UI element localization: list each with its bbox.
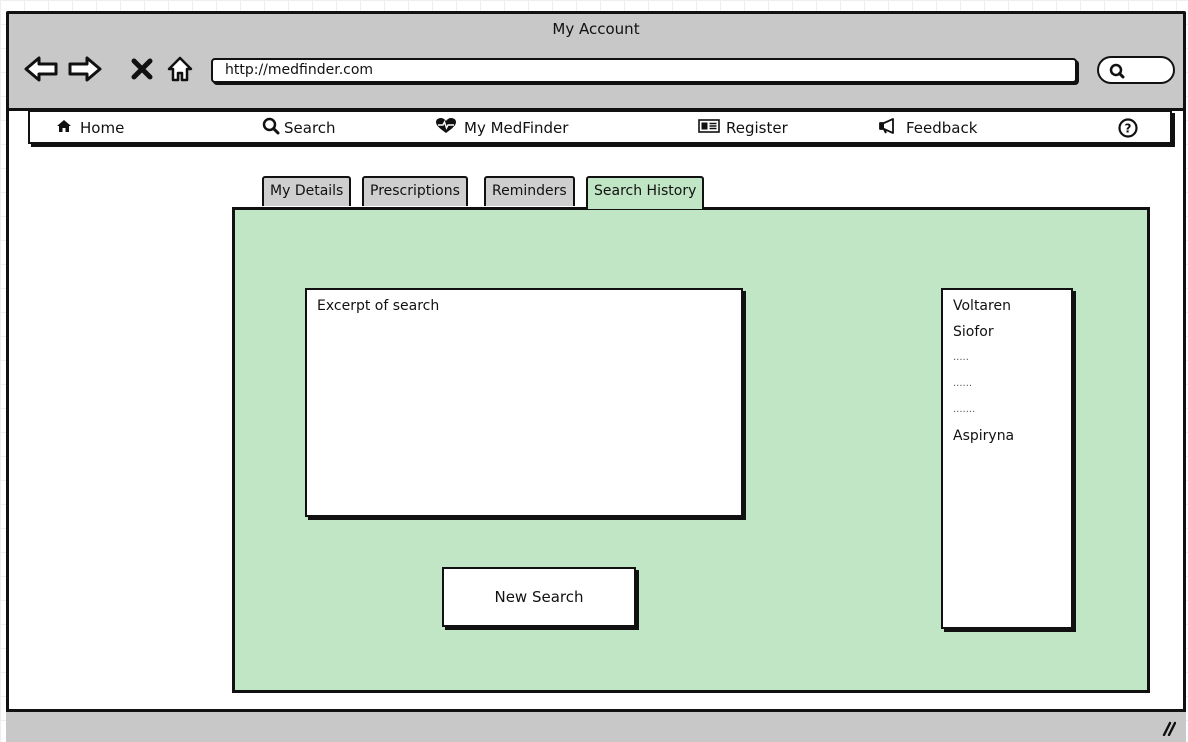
menu-item-label: My MedFinder [464, 119, 569, 137]
menu-item-label: Register [726, 119, 788, 137]
title-bar: My Account http://medfinder.com [9, 14, 1183, 111]
new-search-button[interactable]: New Search [442, 567, 636, 627]
search-excerpt-text: Excerpt of search [317, 298, 440, 314]
history-item[interactable]: ...... [953, 373, 1061, 399]
menu-item-register[interactable]: Register [698, 117, 788, 139]
new-search-label: New Search [494, 588, 584, 606]
tab-reminders[interactable]: Reminders [484, 176, 575, 206]
history-item[interactable]: ....... [953, 399, 1061, 425]
menu-item-search[interactable]: Search [262, 117, 336, 139]
menu-item-label: Feedback [906, 119, 978, 137]
search-icon [262, 117, 280, 139]
address-bar[interactable]: http://medfinder.com [211, 58, 1077, 83]
browser-search-box[interactable] [1097, 56, 1175, 84]
svg-text:?: ? [1125, 122, 1132, 136]
window-title: My Account [552, 20, 640, 38]
menu-item-label: Search [284, 119, 336, 137]
menu-item-my-medfinder[interactable]: My MedFinder [436, 117, 568, 139]
home-icon [56, 119, 72, 137]
search-excerpt-box: Excerpt of search [305, 288, 743, 517]
id-card-icon [698, 119, 720, 137]
menu-item-feedback[interactable]: Feedback [878, 117, 977, 139]
history-item[interactable]: ..... [953, 347, 1061, 373]
search-history-list[interactable]: Voltaren Siofor ..... ...... ....... Asp… [941, 288, 1073, 629]
search-icon [1109, 63, 1125, 83]
menu-item-label: Home [80, 119, 125, 137]
main-menu-bar: Home Search My MedFinder Register Feedba… [28, 110, 1172, 144]
resize-grip-icon[interactable] [1160, 720, 1177, 740]
history-item[interactable]: Voltaren [953, 295, 1061, 321]
megaphone-icon [878, 118, 898, 138]
tab-prescriptions[interactable]: Prescriptions [362, 176, 468, 206]
stop-icon[interactable] [127, 52, 157, 86]
history-item[interactable]: Siofor [953, 321, 1061, 347]
status-bar [6, 709, 1186, 742]
help-icon[interactable]: ? [1118, 117, 1138, 139]
tab-my-details[interactable]: My Details [262, 176, 352, 206]
heartbeat-icon [436, 118, 456, 138]
back-arrow-icon[interactable] [23, 52, 59, 86]
menu-item-home[interactable]: Home [56, 117, 124, 139]
forward-arrow-icon[interactable] [67, 52, 103, 86]
tab-search-history[interactable]: Search History [586, 176, 705, 209]
home-icon[interactable] [163, 52, 197, 86]
history-item[interactable]: Aspiryna [953, 425, 1061, 451]
